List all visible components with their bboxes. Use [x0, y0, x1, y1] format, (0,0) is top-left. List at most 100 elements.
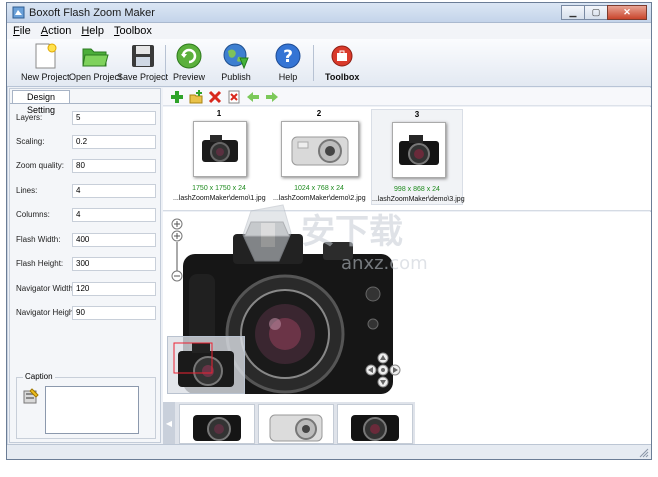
caption-edit-icon[interactable]: [23, 388, 39, 404]
thumbnail-image: [392, 122, 446, 178]
design-setting-panel: Design Setting Layers: 5 Scaling: 0.2 Zo…: [9, 88, 161, 443]
film-strip-item[interactable]: [179, 404, 255, 444]
setting-layers: Layers: 5: [16, 111, 156, 127]
thumbnail-number: 2: [316, 109, 322, 118]
caption-legend: Caption: [23, 372, 55, 381]
toolbar-separator: [165, 45, 166, 81]
save-project-label: Save Project: [117, 72, 169, 82]
menu-action[interactable]: Action: [41, 25, 72, 37]
thumbnail-item[interactable]: 1 1750 x 1750 x 24 ...lashZoomMaker\demo…: [173, 109, 266, 205]
preview-refresh-icon: [176, 43, 202, 69]
setting-label: Lines:: [16, 186, 38, 195]
setting-label: Layers:: [16, 113, 43, 122]
open-folder-icon: [82, 48, 109, 67]
lines-input[interactable]: 4: [72, 184, 156, 198]
navigator-width-input[interactable]: 120: [72, 282, 156, 296]
open-project-label: Open Project: [69, 72, 122, 82]
layers-input[interactable]: 5: [72, 111, 156, 125]
scaling-input[interactable]: 0.2: [72, 135, 156, 149]
thumbnail-number: 1: [216, 109, 222, 118]
camera-black-icon: [399, 135, 439, 165]
delete-image-button[interactable]: [207, 90, 223, 104]
clear-list-icon: [228, 90, 240, 103]
setting-label: Zoom quality:: [16, 161, 65, 170]
setting-navigator-height: Navigator Height: 90: [16, 306, 156, 322]
camera-black-icon: [202, 135, 238, 162]
menu-toolbox[interactable]: Toolbox: [114, 25, 152, 37]
clear-list-button[interactable]: [226, 90, 242, 104]
window-controls: ▁ ▢ ✕: [561, 5, 647, 20]
navigator-window[interactable]: [167, 336, 245, 394]
toolbox-button[interactable]: Toolbox: [325, 41, 359, 85]
save-project-button[interactable]: Save Project: [117, 41, 168, 85]
menu-file-accel: F: [13, 25, 20, 37]
add-folder-button[interactable]: [188, 89, 204, 104]
pan-control[interactable]: [365, 352, 401, 392]
menu-action-accel: A: [40, 25, 49, 37]
thumbnail-item[interactable]: 2 1024 x 768 x 24 ...lashZoomMaker\demo\…: [273, 109, 366, 205]
maximize-icon: ▢: [591, 7, 601, 17]
title-bar: Boxoft Flash Zoom Maker ▁ ▢ ✕: [7, 3, 651, 23]
zoom-slider[interactable]: [171, 218, 183, 282]
setting-label: Navigator Width:: [16, 284, 76, 293]
new-project-button[interactable]: New Project: [21, 41, 70, 85]
minimize-button[interactable]: ▁: [561, 5, 585, 20]
watermark-subtext: anxz.com: [341, 253, 428, 274]
publish-label: Publish: [221, 72, 251, 82]
camera-black-icon: [351, 415, 399, 441]
add-image-button[interactable]: [169, 90, 185, 104]
publish-button[interactable]: Publish: [221, 41, 251, 85]
menu-file[interactable]: File: [13, 25, 31, 37]
flash-width-input[interactable]: 400: [72, 233, 156, 247]
image-thumbnail-list: 1 1750 x 1750 x 24 ...lashZoomMaker\demo…: [163, 107, 651, 211]
menu-help[interactable]: Help: [81, 25, 104, 37]
film-strip-item[interactable]: [258, 404, 334, 444]
thumbnail-item-selected[interactable]: 3 998 x 868 x 24 ...lashZoomMaker\demo\3…: [371, 109, 465, 205]
image-list-toolbar: [163, 88, 651, 106]
setting-label: Navigator Height:: [16, 308, 78, 317]
navigator-height-input[interactable]: 90: [72, 306, 156, 320]
publish-globe-icon: [223, 43, 249, 70]
thumbnail-dimensions: 1024 x 768 x 24: [294, 185, 344, 192]
app-icon: [12, 6, 25, 19]
tab-divider: [10, 103, 160, 104]
tab-design-setting[interactable]: Design Setting: [12, 90, 70, 115]
help-label: Help: [278, 72, 298, 82]
delete-x-icon: [208, 90, 222, 103]
plus-icon: [171, 90, 183, 103]
columns-input[interactable]: 4: [72, 208, 156, 222]
film-strip: ◀: [163, 402, 415, 444]
film-strip-left-arrow[interactable]: ◀: [163, 402, 175, 444]
thumbnail-number: 3: [414, 110, 420, 119]
help-question-icon: ?: [275, 43, 301, 69]
toolbox-label: Toolbox: [325, 72, 360, 82]
add-folder-icon: [189, 89, 203, 103]
setting-flash-height: Flash Height: 300: [16, 257, 156, 273]
minimize-icon: ▁: [569, 7, 577, 17]
setting-columns: Columns: 4: [16, 208, 156, 224]
maximize-button[interactable]: ▢: [584, 5, 608, 20]
thumbnail-image: [193, 121, 247, 177]
open-project-button[interactable]: Open Project: [69, 41, 122, 85]
arrow-right-icon: [266, 91, 278, 102]
help-button[interactable]: ? Help: [273, 41, 303, 85]
close-button[interactable]: ✕: [607, 5, 647, 20]
caption-textarea[interactable]: [45, 386, 139, 434]
menu-action-label: ction: [48, 25, 72, 37]
setting-flash-width: Flash Width: 400: [16, 233, 156, 249]
caption-group: Caption: [16, 372, 156, 439]
flash-height-input[interactable]: 300: [72, 257, 156, 271]
preview-button[interactable]: Preview: [173, 41, 205, 85]
svg-text:?: ?: [283, 47, 293, 67]
menu-bar: File Action Help Toolbox: [7, 23, 651, 39]
move-up-button[interactable]: [245, 90, 261, 104]
resize-grip-icon[interactable]: [639, 448, 649, 458]
setting-label: Scaling:: [16, 137, 45, 146]
film-strip-item[interactable]: [337, 404, 413, 444]
window-title: Boxoft Flash Zoom Maker: [29, 7, 155, 19]
camera-silver-icon: [291, 136, 349, 166]
move-down-button[interactable]: [264, 90, 280, 104]
zoom-quality-input[interactable]: 80: [72, 159, 156, 173]
setting-label: Flash Height:: [16, 259, 64, 268]
thumbnail-dimensions: 1750 x 1750 x 24: [192, 185, 246, 192]
